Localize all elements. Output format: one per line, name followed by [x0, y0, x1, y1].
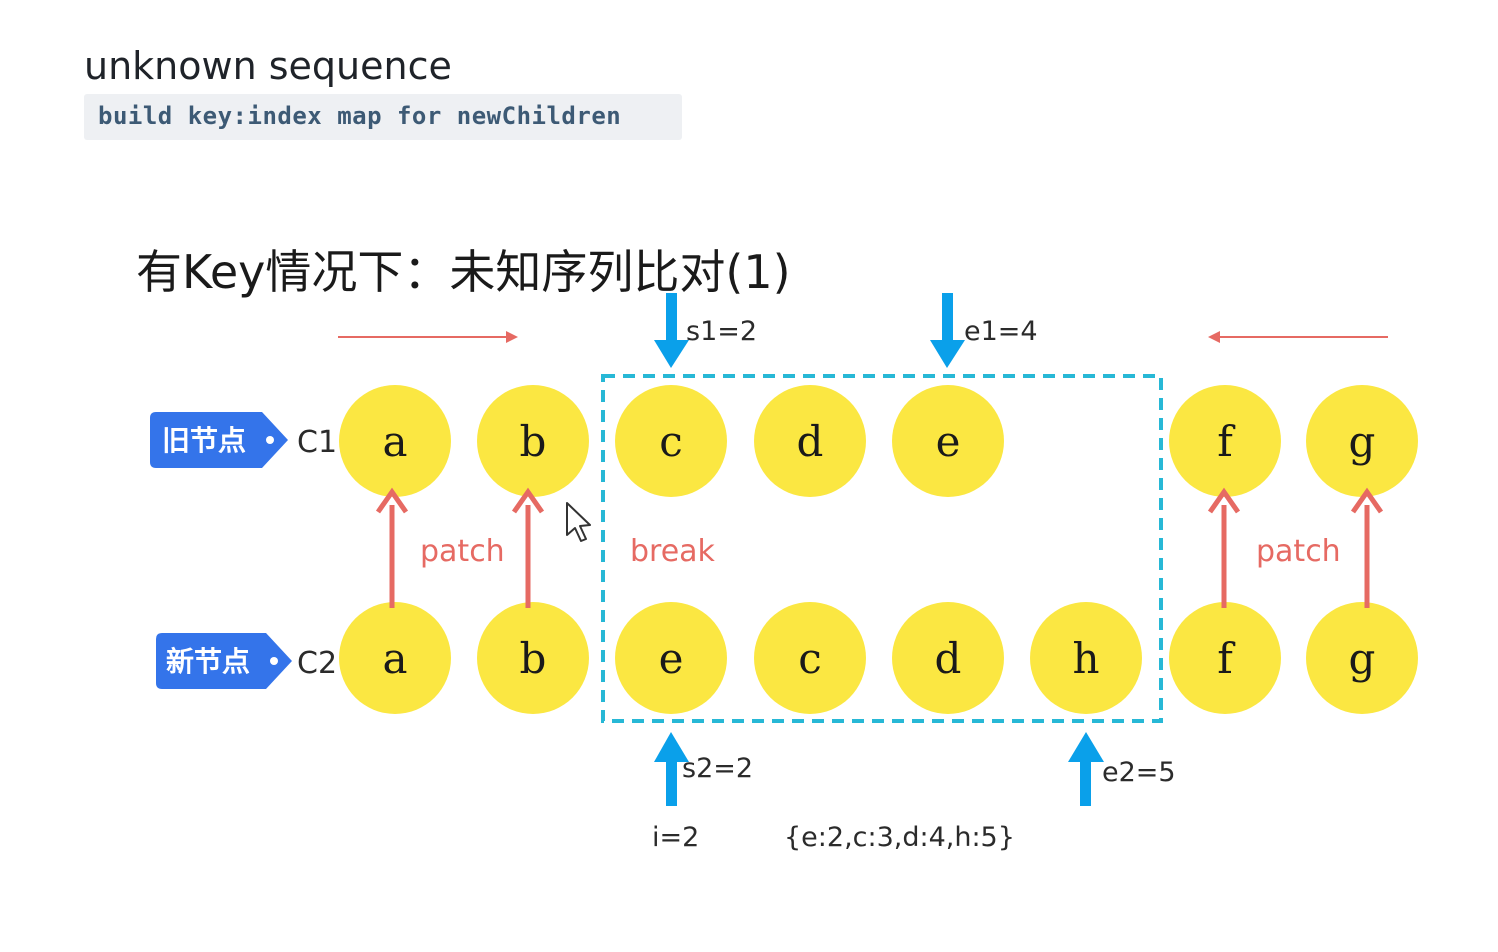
old-node-a: a	[339, 385, 451, 497]
diagram-canvas: s1=2 e1=4 s2=2 e2=5 旧节点 C1 新节点 C2 a b c	[150, 293, 1418, 853]
patch-arrow-b	[511, 487, 545, 608]
svg-text:d: d	[935, 634, 962, 683]
new-nodes-tag: 新节点	[156, 633, 292, 689]
s1-pointer-arrow	[654, 293, 689, 368]
right-direction-arrow	[1208, 331, 1388, 343]
s1-label: s1=2	[686, 316, 757, 347]
new-node-h: h	[1030, 602, 1142, 714]
svg-text:a: a	[382, 417, 407, 466]
old-node-b: b	[477, 385, 589, 497]
s2-label: s2=2	[682, 753, 753, 784]
i-label: i=2	[652, 822, 699, 853]
e1-label: e1=4	[964, 316, 1038, 347]
e1-pointer-arrow	[930, 293, 965, 368]
e2-label: e2=5	[1102, 757, 1176, 788]
mouse-cursor-icon	[566, 502, 591, 542]
svg-text:e: e	[659, 634, 684, 683]
svg-text:b: b	[520, 417, 547, 466]
c2-label: C2	[297, 646, 337, 681]
e2-pointer-arrow	[1068, 732, 1104, 806]
new-node-g: g	[1306, 602, 1418, 714]
new-node-f: f	[1169, 602, 1281, 714]
old-nodes-tag: 旧节点	[150, 412, 288, 468]
new-node-c: c	[754, 602, 866, 714]
break-label: break	[630, 534, 716, 569]
svg-text:b: b	[520, 634, 547, 683]
svg-text:e: e	[936, 417, 961, 466]
patch-arrow-g	[1350, 487, 1384, 608]
svg-text:d: d	[797, 417, 824, 466]
patch-arrow-a	[375, 487, 409, 608]
new-node-e: e	[615, 602, 727, 714]
new-nodes-tag-text: 新节点	[166, 645, 250, 678]
svg-text:h: h	[1072, 634, 1099, 683]
old-node-c: c	[615, 385, 727, 497]
svg-text:c: c	[798, 634, 822, 683]
old-node-f: f	[1169, 385, 1281, 497]
left-direction-arrow	[338, 331, 518, 343]
key-index-map-label: {e:2,c:3,d:4,h:5}	[784, 822, 1015, 853]
svg-text:c: c	[659, 417, 683, 466]
old-nodes-tag-text: 旧节点	[162, 424, 246, 457]
patch-label-left: patch	[420, 534, 505, 569]
c1-label: C1	[297, 425, 337, 460]
new-node-b: b	[477, 602, 589, 714]
old-node-g: g	[1306, 385, 1418, 497]
old-node-e: e	[892, 385, 1004, 497]
new-node-d: d	[892, 602, 1004, 714]
svg-text:a: a	[382, 634, 407, 683]
svg-text:g: g	[1349, 417, 1376, 466]
patch-label-right: patch	[1256, 534, 1341, 569]
new-node-a: a	[339, 602, 451, 714]
svg-text:g: g	[1349, 634, 1376, 683]
old-node-d: d	[754, 385, 866, 497]
patch-arrow-f	[1207, 487, 1241, 608]
